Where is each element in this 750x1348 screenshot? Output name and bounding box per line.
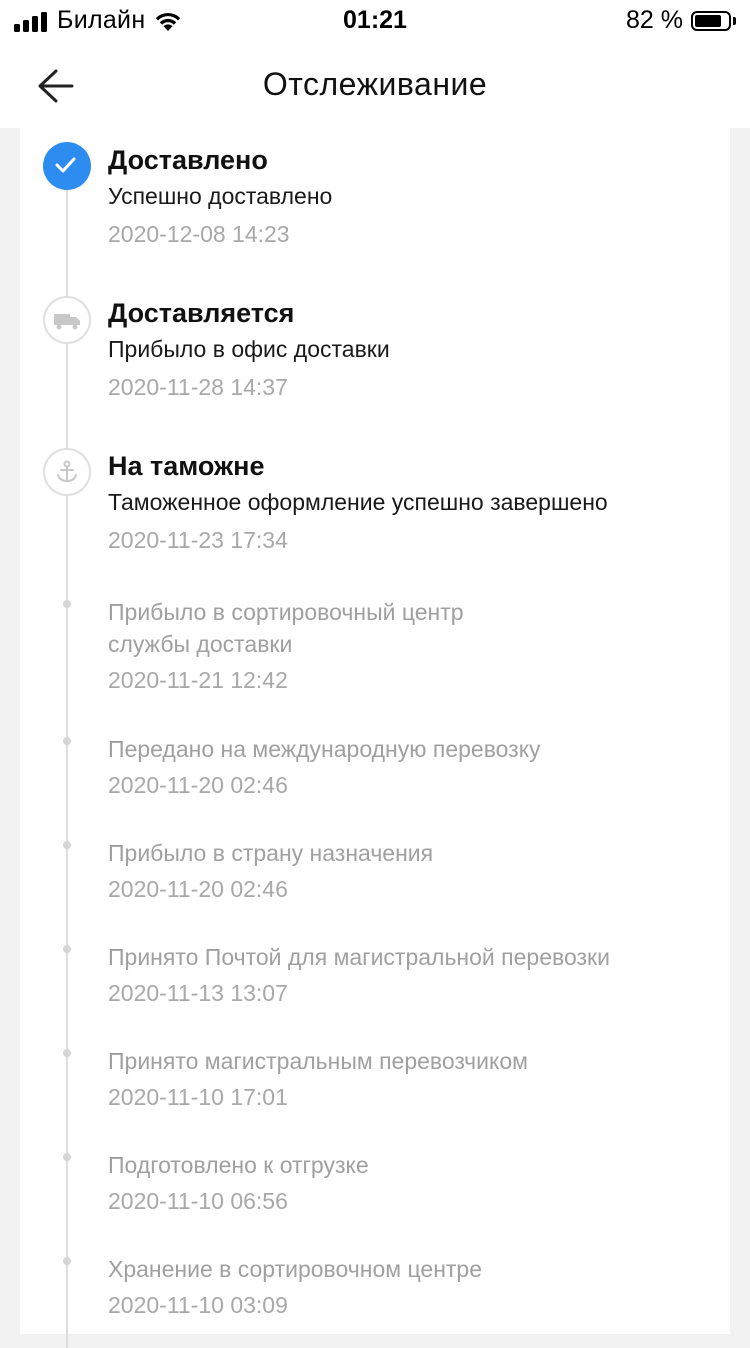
battery-icon — [691, 10, 731, 31]
nav-header: Отслеживание — [0, 44, 750, 128]
event-date: 2020-11-10 06:56 — [108, 1188, 288, 1214]
event-date: 2020-11-21 12:42 — [108, 667, 288, 693]
event-status: На таможне — [108, 451, 265, 481]
timeline-event: Прибыло в сортировочный центр службы дос… — [108, 596, 708, 698]
event-date: 2020-11-13 13:07 — [108, 980, 288, 1006]
event-description: Хранение в сортировочном центре — [108, 1256, 483, 1282]
timeline-dot — [63, 945, 71, 953]
timeline-event: Передано на международную перевозку 2020… — [108, 733, 708, 803]
timeline-dot — [63, 1049, 71, 1057]
event-date: 2020-11-28 14:37 — [108, 374, 288, 400]
event-description: Прибыло в офис доставки — [108, 336, 390, 362]
event-description: Принято магистральным перевозчиком — [108, 1048, 528, 1074]
event-description: Подготовлено к отгрузке — [108, 1152, 369, 1178]
anchor-icon — [43, 448, 91, 496]
event-date: 2020-11-10 03:09 — [108, 1292, 288, 1318]
event-description: Прибыло в сортировочный центр — [108, 599, 464, 625]
timeline-event: Принято Почтой для магистральной перевоз… — [108, 941, 708, 1011]
event-status: Доставлено — [108, 145, 268, 175]
event-description: Таможенное оформление успешно завершено — [108, 489, 608, 515]
timeline-event: Прибыло в страну назначения 2020-11-20 0… — [108, 837, 708, 907]
timeline-dot — [63, 1153, 71, 1161]
timeline-event: Подготовлено к отгрузке 2020-11-10 06:56 — [108, 1149, 708, 1219]
timeline-dot — [63, 737, 71, 745]
page-title: Отслеживание — [262, 66, 488, 102]
tracking-card: Доставлено Успешно доставлено 2020-12-08… — [20, 128, 730, 1348]
timeline-event: Доставлено Успешно доставлено 2020-12-08… — [108, 142, 708, 252]
event-description: Успешно доставлено — [108, 183, 333, 209]
event-description: службы доставки — [108, 631, 293, 657]
battery-percent: 82 % — [626, 6, 683, 34]
event-date: 2020-11-23 17:34 — [108, 527, 288, 553]
event-date: 2020-11-20 02:46 — [108, 772, 288, 798]
timeline-event: Принято магистральным перевозчиком 2020-… — [108, 1045, 708, 1115]
event-description: Прибыло в страну назначения — [108, 840, 434, 866]
event-description: Принято Почтой для магистральной перевоз… — [108, 944, 610, 970]
event-description: Передано на международную перевозку — [108, 736, 541, 762]
timeline-dot — [63, 1257, 71, 1265]
status-right: 82 % — [626, 6, 736, 35]
timeline-dot — [63, 841, 71, 849]
timeline-event: Хранение в сортировочном центре 2020-11-… — [108, 1253, 708, 1323]
status-bar: Билайн 01:21 82 % — [0, 0, 750, 44]
event-date: 2020-11-10 17:01 — [108, 1084, 288, 1110]
battery-tip — [733, 16, 736, 25]
check-icon — [43, 142, 91, 190]
truck-icon — [43, 296, 91, 344]
timeline-event: На таможне Таможенное оформление успешно… — [108, 448, 708, 558]
battery-fill — [695, 14, 721, 27]
event-date: 2020-11-20 02:46 — [108, 876, 288, 902]
timeline-event: Доставляется Прибыло в офис доставки 202… — [108, 295, 708, 405]
event-status: Доставляется — [108, 298, 295, 328]
timeline-line — [66, 168, 68, 1348]
timeline-dot — [63, 600, 71, 608]
event-date: 2020-12-08 14:23 — [108, 221, 290, 247]
